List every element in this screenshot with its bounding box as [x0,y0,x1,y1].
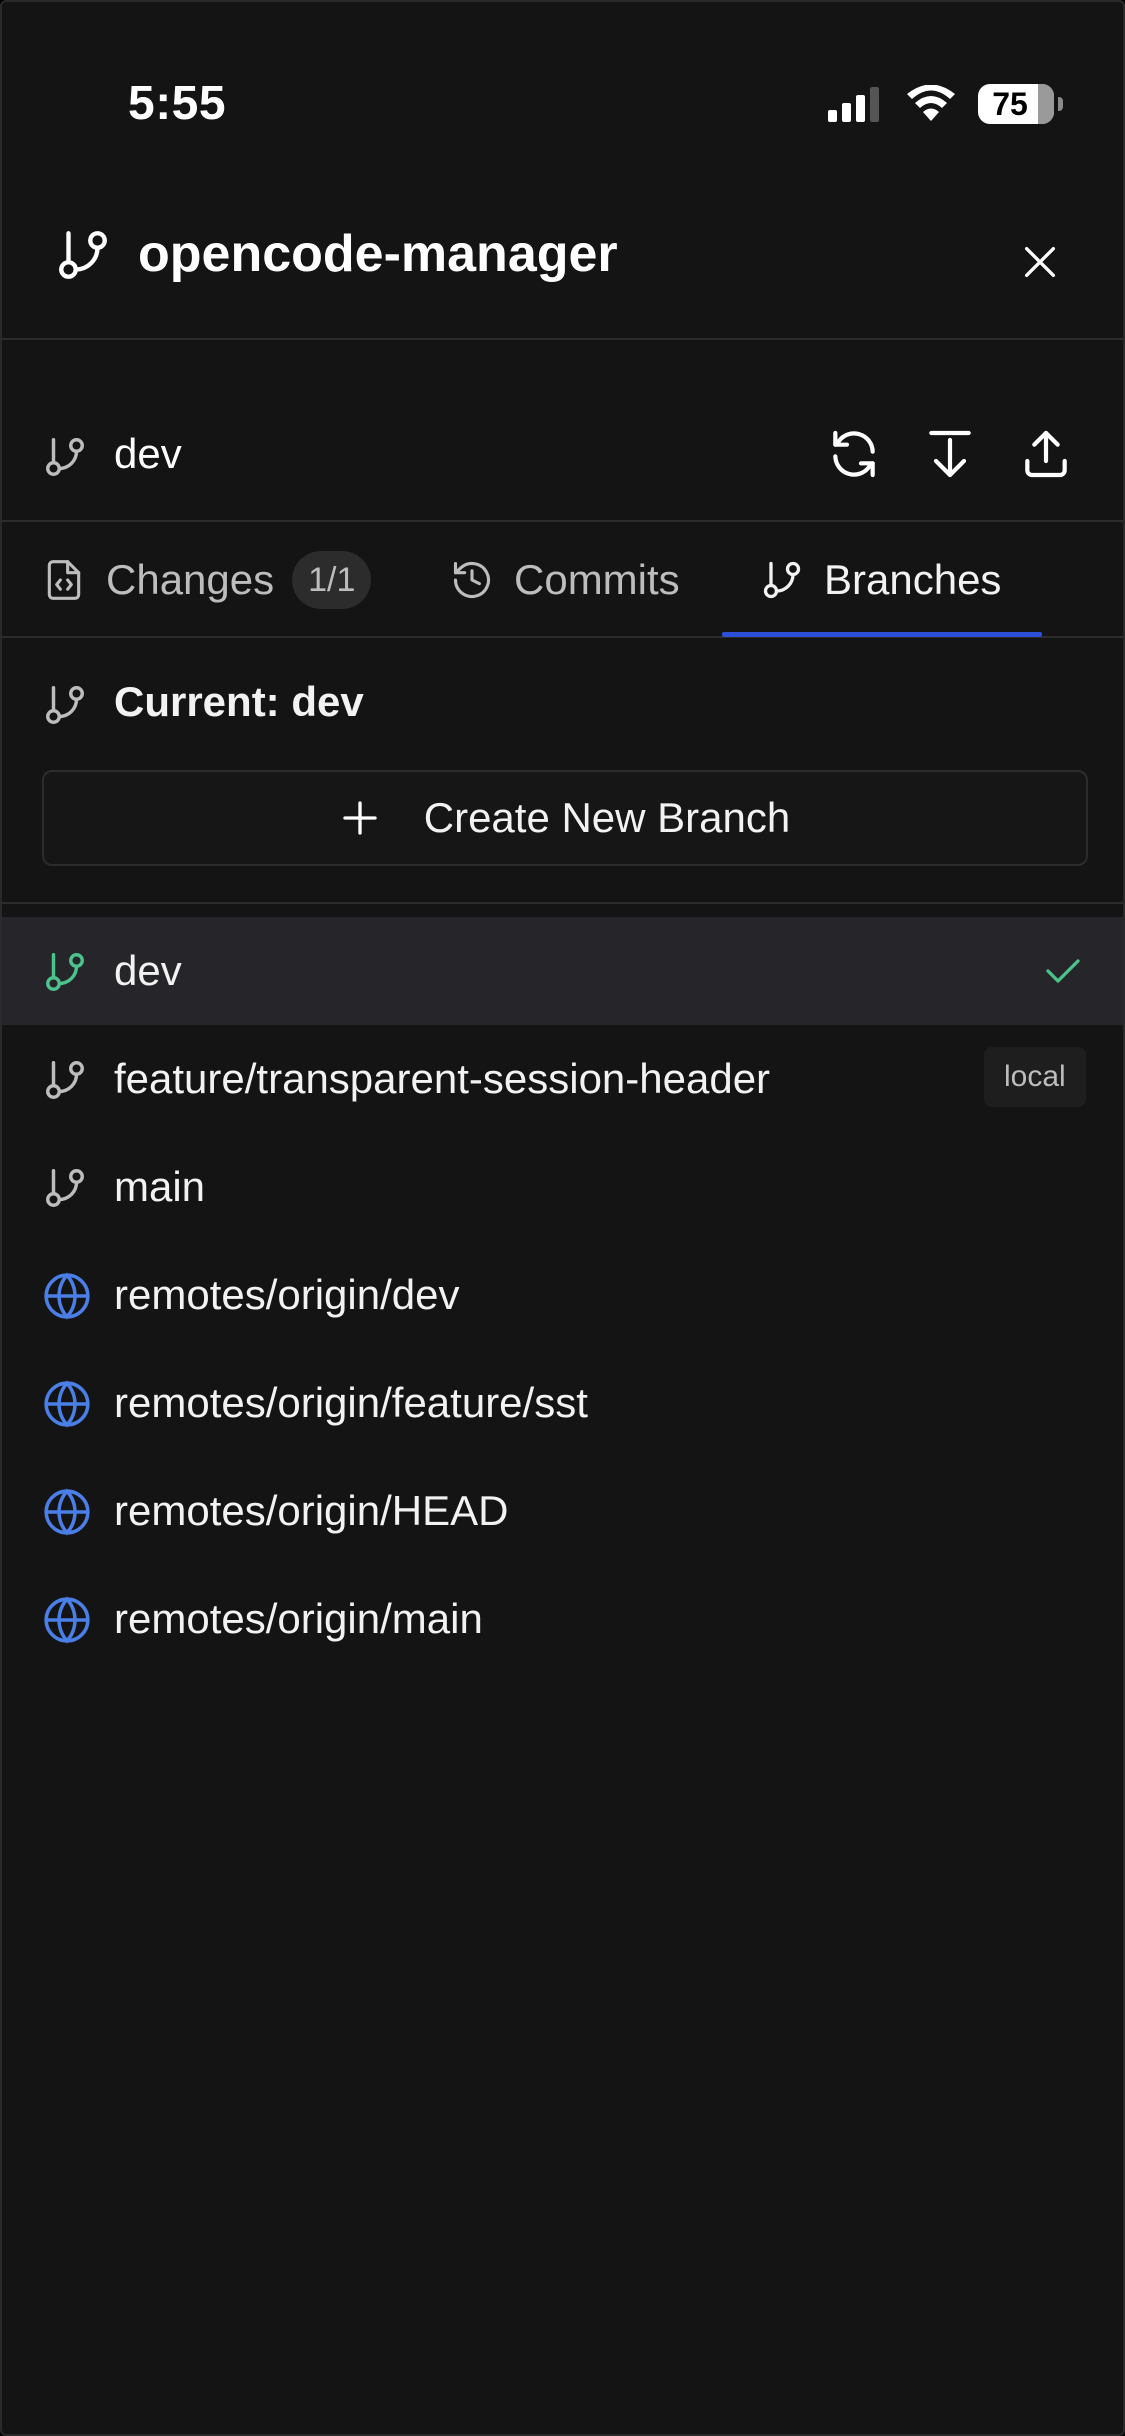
git-branch-icon [42,432,88,482]
branch-toolbar: dev [2,412,1123,522]
branch-name: dev [114,947,182,994]
tab-label: Changes [106,556,275,603]
git-branch-icon [54,226,112,284]
create-new-branch-button[interactable]: Create New Branch [42,770,1088,866]
branch-name: remotes/origin/dev [114,1271,460,1318]
tab-commits[interactable]: Commits [450,524,680,636]
current-branch-row: Current: dev [2,672,1123,742]
pull-icon[interactable] [922,426,978,482]
git-branch-icon [760,557,804,603]
branch-list: dev feature/transparent-session-header l… [2,917,1123,1673]
branch-name: remotes/origin/main [114,1595,483,1642]
battery-tip [1058,97,1063,111]
wifi-icon [906,85,956,123]
tab-changes[interactable]: Changes 1/1 [42,524,372,636]
status-bar: 5:55 75 [2,2,1123,202]
tab-branches[interactable]: Branches [760,524,1001,636]
branch-name: remotes/origin/feature/sst [114,1379,588,1426]
branch-name: remotes/origin/HEAD [114,1487,509,1534]
plus-icon [340,798,380,838]
branch-item-remotes-origin-head[interactable]: remotes/origin/HEAD [2,1457,1123,1565]
status-time: 5:55 [128,77,227,130]
tab-bar: Changes 1/1 Commits Branches [2,524,1123,638]
branch-name: main [114,1163,206,1210]
branch-item-feature-transparent-session-header[interactable]: feature/transparent-session-header local [2,1025,1123,1133]
local-badge: local [984,1047,1086,1107]
globe-icon [42,1379,90,1429]
branch-item-main[interactable]: main [2,1133,1123,1241]
globe-icon [42,1487,90,1537]
tab-label: Commits [514,556,680,603]
git-branch-icon [42,1055,88,1105]
title-header: opencode-manager [2,202,1123,340]
close-icon[interactable] [1020,242,1060,282]
git-branch-icon [42,1163,88,1213]
status-icons: 75 [828,82,1063,126]
globe-icon [42,1271,90,1321]
changes-count-badge: 1/1 [292,551,372,609]
branch-item-dev[interactable]: dev [2,917,1123,1025]
check-icon [1042,951,1084,991]
globe-icon [42,1595,90,1645]
branch-item-remotes-origin-main[interactable]: remotes/origin/main [2,1565,1123,1673]
refresh-icon[interactable] [826,426,882,482]
divider [2,902,1123,904]
git-branch-icon [42,947,88,997]
branch-name: feature/transparent-session-header [114,1055,771,1102]
tab-label: Branches [824,556,1002,603]
battery-level: 75 [992,85,1028,122]
cellular-signal-icon [828,86,884,122]
git-branch-icon [42,680,88,730]
file-code-icon [42,557,86,603]
branch-item-remotes-origin-feature-sst[interactable]: remotes/origin/feature/sst [2,1349,1123,1457]
branch-item-remotes-origin-dev[interactable]: remotes/origin/dev [2,1241,1123,1349]
active-tab-indicator [722,632,1042,637]
create-branch-label: Create New Branch [423,794,791,841]
current-branch-name: dev [114,430,182,477]
app-screen: 5:55 75 opencode-manager dev Changes 1/1… [0,0,1125,2436]
push-icon[interactable] [1018,426,1074,482]
history-icon [450,557,494,603]
battery-icon: 75 [978,84,1054,124]
page-title: opencode-manager [138,225,618,283]
current-branch-label: Current: dev [114,678,364,725]
